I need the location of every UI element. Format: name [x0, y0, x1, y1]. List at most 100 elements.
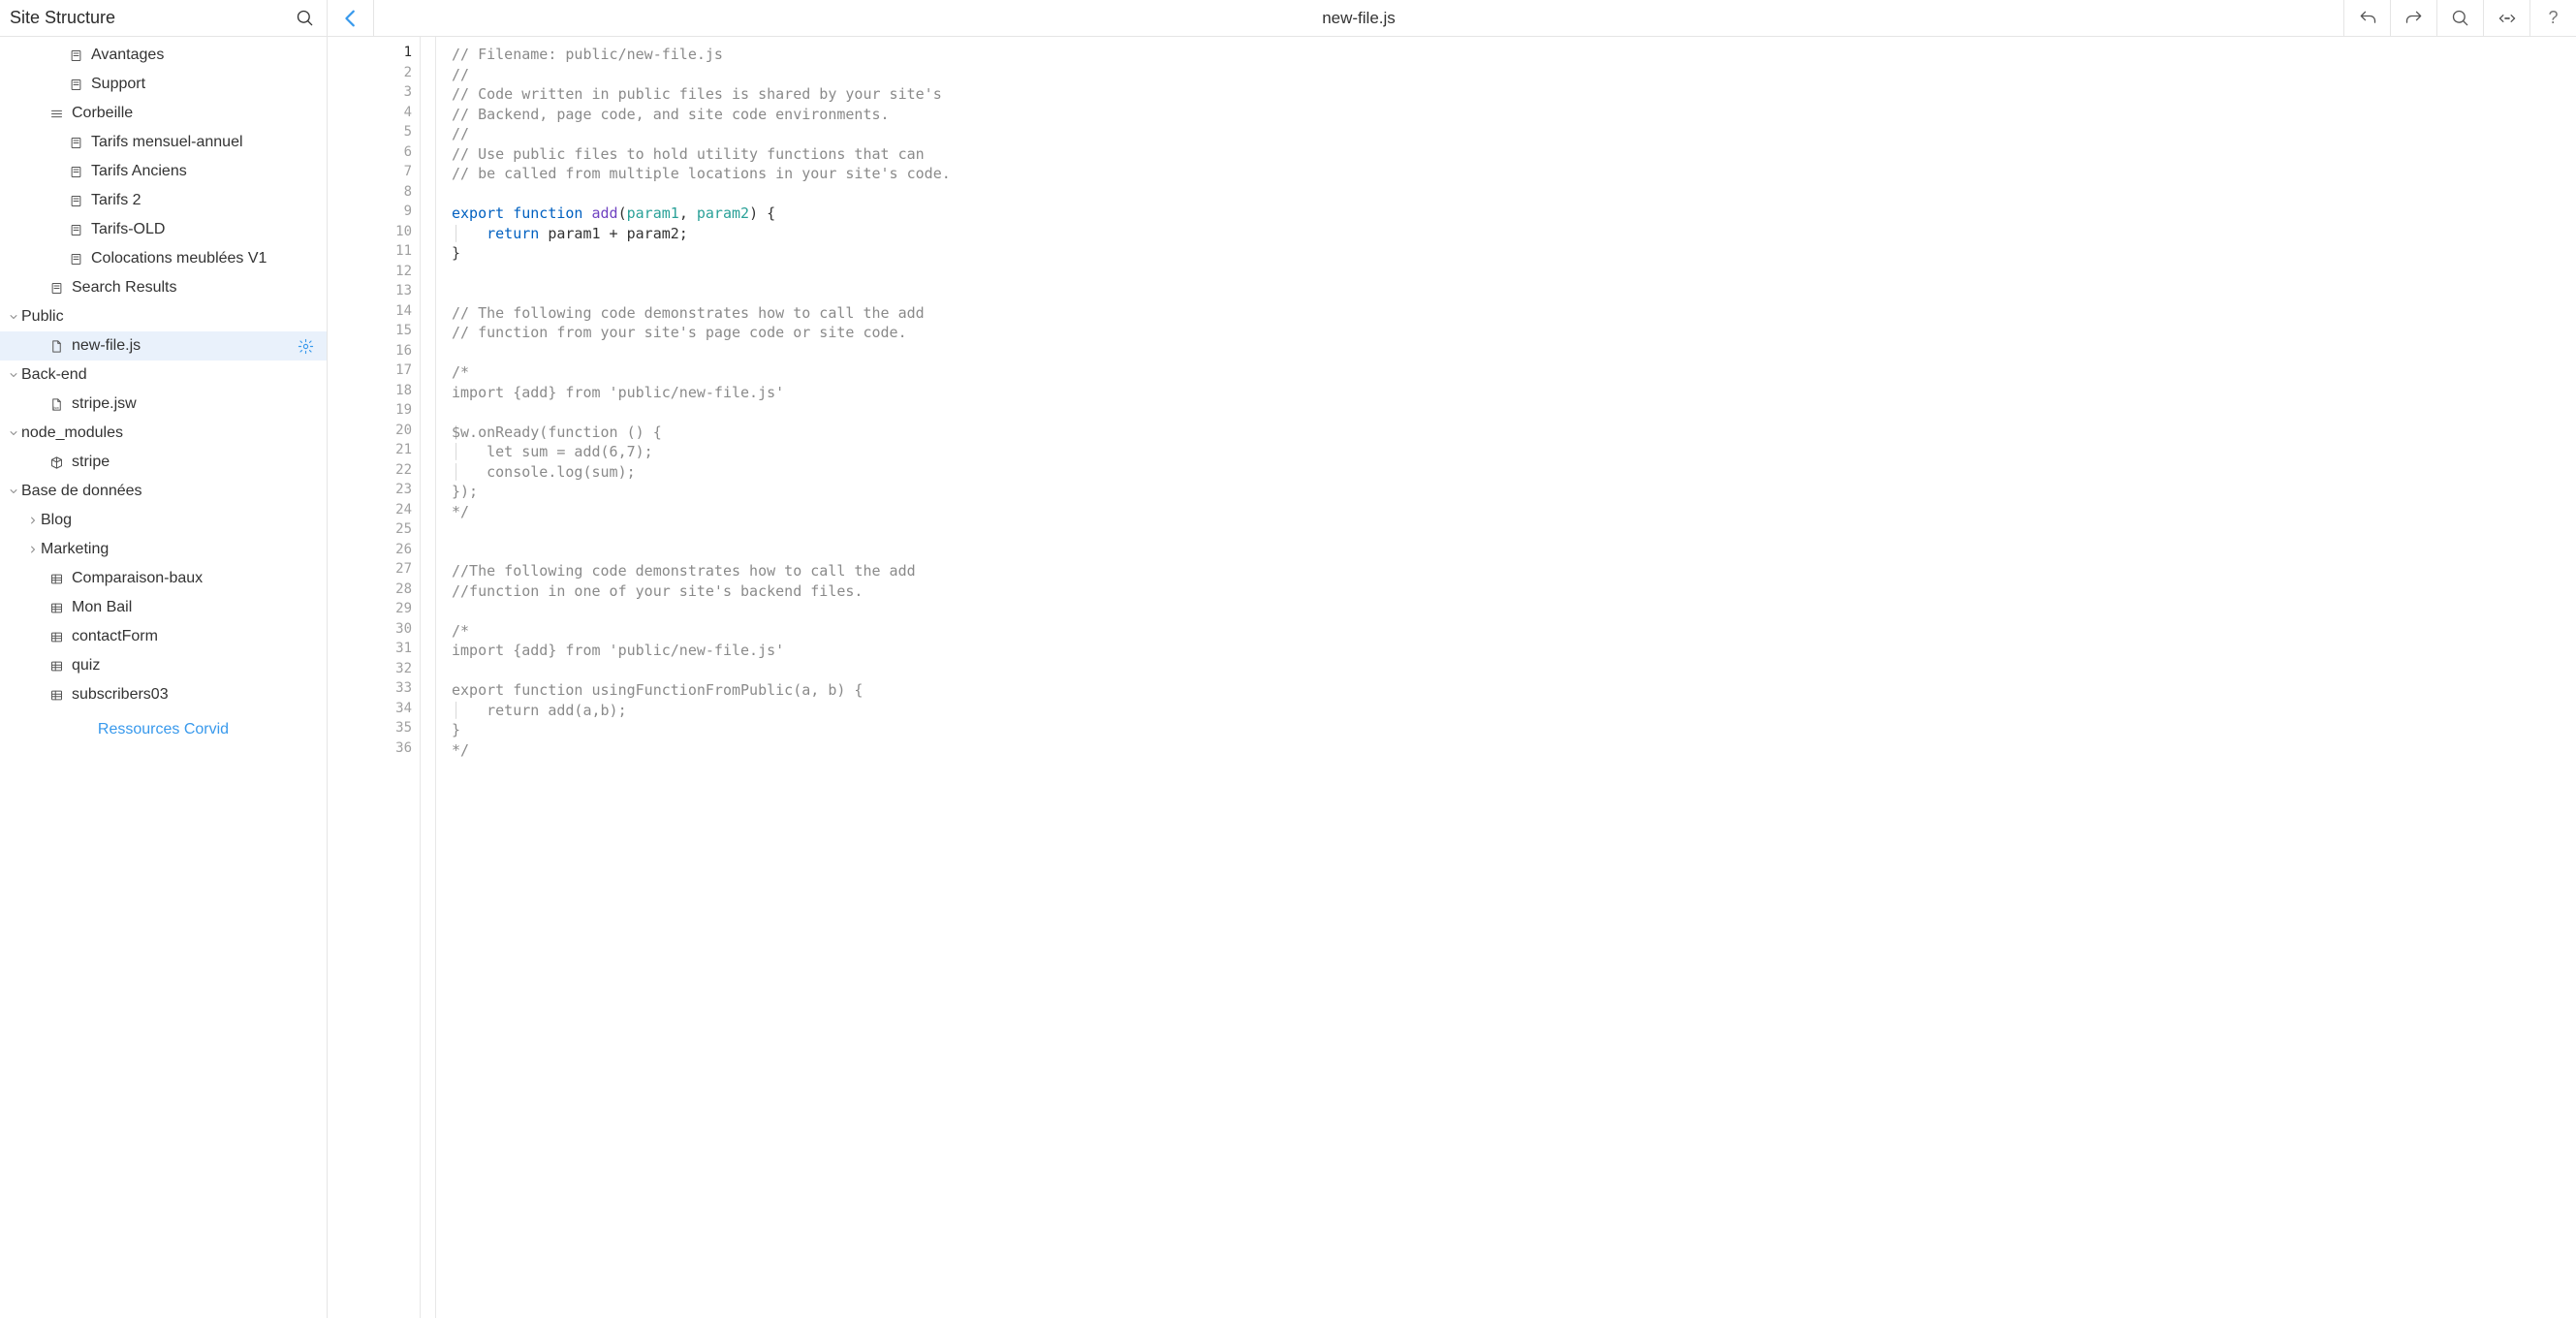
db-icon — [47, 601, 66, 615]
tree-item[interactable]: Search Results — [0, 273, 327, 302]
tree-item-label: Blog — [41, 512, 317, 529]
tree-item-label: Base de données — [21, 483, 317, 500]
tree-item[interactable]: jsw stripe.jsw — [0, 390, 327, 419]
line-number: 2 — [328, 65, 412, 85]
tree-item[interactable]: Mon Bail — [0, 593, 327, 622]
list-icon — [47, 107, 66, 121]
code-editor[interactable]: 1234567891011121314151617181920212223242… — [328, 37, 2576, 1318]
search-button[interactable] — [2436, 0, 2483, 36]
line-number: 27 — [328, 561, 412, 581]
back-button[interactable] — [328, 0, 374, 36]
corvid-resources-link[interactable]: Ressources Corvid — [0, 709, 327, 742]
search-icon — [296, 9, 315, 28]
code-line: export function usingFunctionFromPublic(… — [452, 680, 2576, 701]
line-number: 17 — [328, 362, 412, 383]
tree-item[interactable]: Blog — [0, 506, 327, 535]
tree-item[interactable]: Corbeille — [0, 99, 327, 128]
jsfile-icon — [47, 339, 66, 354]
tree-item-label: Colocations meublées V1 — [91, 250, 317, 267]
pkg-icon — [47, 455, 66, 470]
tree-item[interactable]: subscribers03 — [0, 680, 327, 709]
page-icon — [66, 223, 85, 237]
chevron-down-icon[interactable] — [8, 486, 21, 497]
tree-item[interactable]: Support — [0, 70, 327, 99]
tree-item[interactable]: new-file.js — [0, 331, 327, 361]
tree-item[interactable]: Tarifs mensuel-annuel — [0, 128, 327, 157]
line-number: 16 — [328, 343, 412, 363]
tree-item-label: stripe.jsw — [72, 395, 317, 413]
sidebar-tree[interactable]: Avantages Support Corbeille Tarifs mensuel-… — [0, 37, 328, 1318]
chevron-down-icon[interactable] — [8, 311, 21, 323]
indent-rail — [421, 37, 436, 1318]
page-icon — [66, 136, 85, 150]
code-line: //The following code demonstrates how to… — [452, 561, 2576, 581]
tree-item[interactable]: Tarifs Anciens — [0, 157, 327, 186]
jswfile-icon: jsw — [47, 397, 66, 412]
chevron-left-icon — [340, 8, 361, 29]
panel-title: Site Structure — [10, 8, 115, 28]
line-number: 8 — [328, 184, 412, 204]
expand-button[interactable] — [2483, 0, 2529, 36]
tree-item[interactable]: stripe — [0, 448, 327, 477]
tree-item-label: Back-end — [21, 366, 317, 384]
redo-button[interactable] — [2390, 0, 2436, 36]
tree-item[interactable]: Avantages — [0, 41, 327, 70]
tree-item[interactable]: Colocations meublées V1 — [0, 244, 327, 273]
sidebar-search-button[interactable] — [294, 7, 317, 30]
code-area[interactable]: // Filename: public/new-file.js//// Code… — [436, 37, 2576, 1318]
chevron-down-icon[interactable] — [8, 369, 21, 381]
tree-item-label: Tarifs mensuel-annuel — [91, 134, 317, 151]
undo-button[interactable] — [2343, 0, 2390, 36]
undo-icon — [2358, 9, 2377, 28]
tree-item[interactable]: Tarifs-OLD — [0, 215, 327, 244]
line-number: 18 — [328, 383, 412, 403]
tree-item-label: stripe — [72, 454, 317, 471]
line-number-gutter: 1234567891011121314151617181920212223242… — [328, 37, 421, 1318]
code-line — [452, 343, 2576, 363]
tree-item[interactable]: Tarifs 2 — [0, 186, 327, 215]
code-line — [452, 521, 2576, 542]
tree-item-label: Marketing — [41, 541, 317, 558]
line-number: 29 — [328, 601, 412, 621]
tree-item[interactable]: Comparaison-baux — [0, 564, 327, 593]
line-number: 11 — [328, 243, 412, 264]
tree-item[interactable]: quiz — [0, 651, 327, 680]
tree-item[interactable]: Back-end — [0, 361, 327, 390]
chevron-down-icon[interactable] — [8, 427, 21, 439]
code-line: // Backend, page code, and site code env… — [452, 105, 2576, 125]
tree-item[interactable]: node_modules — [0, 419, 327, 448]
page-icon — [66, 194, 85, 208]
tree-item[interactable]: contactForm — [0, 622, 327, 651]
code-line: // Code written in public files is share… — [452, 84, 2576, 105]
chevron-right-icon[interactable] — [27, 544, 41, 555]
tree-item[interactable]: Public — [0, 302, 327, 331]
tree-item-label: Search Results — [72, 279, 317, 297]
line-number: 22 — [328, 462, 412, 483]
line-number: 20 — [328, 423, 412, 443]
line-number: 14 — [328, 303, 412, 324]
line-number: 23 — [328, 482, 412, 502]
chevron-right-icon[interactable] — [27, 515, 41, 526]
line-number: 10 — [328, 224, 412, 244]
help-button[interactable]: ? — [2529, 0, 2576, 36]
code-line: // be called from multiple locations in … — [452, 164, 2576, 184]
gear-icon[interactable] — [298, 338, 317, 355]
line-number: 1 — [328, 45, 412, 65]
tree-item-label: Support — [91, 76, 317, 93]
open-file-title: new-file.js — [374, 0, 2343, 36]
tree-item-label: node_modules — [21, 424, 317, 442]
line-number: 33 — [328, 680, 412, 701]
line-number: 28 — [328, 581, 412, 602]
tree-item[interactable]: Marketing — [0, 535, 327, 564]
line-number: 24 — [328, 502, 412, 522]
search-icon — [2451, 9, 2470, 28]
code-line: // Use public files to hold utility func… — [452, 144, 2576, 165]
code-line: /* — [452, 362, 2576, 383]
tree-item-label: Comparaison-baux — [72, 570, 317, 587]
code-line: │ return add(a,b); — [452, 701, 2576, 721]
db-icon — [47, 659, 66, 674]
line-number: 21 — [328, 442, 412, 462]
tree-item[interactable]: Base de données — [0, 477, 327, 506]
line-number: 36 — [328, 740, 412, 761]
line-number: 12 — [328, 264, 412, 284]
